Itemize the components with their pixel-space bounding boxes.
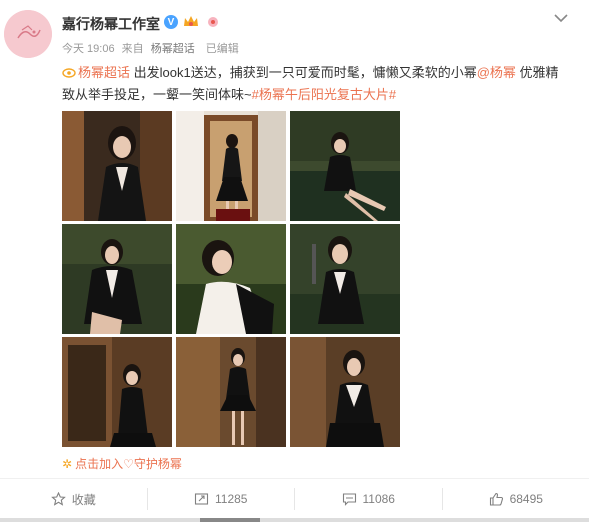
edited-label[interactable]: 已编辑 bbox=[206, 43, 239, 55]
favorite-button[interactable]: 收藏 bbox=[0, 488, 148, 510]
post-time[interactable]: 今天 19:06 bbox=[62, 43, 115, 55]
sparkle-icon: ✲ bbox=[62, 457, 73, 471]
photo-8[interactable] bbox=[176, 337, 286, 447]
author-avatar[interactable] bbox=[4, 10, 52, 58]
fan-join-label: 点击加入♡守护杨幂 bbox=[75, 457, 182, 471]
crown-medal-icon[interactable] bbox=[182, 14, 200, 30]
chevron-down-icon[interactable] bbox=[553, 12, 569, 24]
repost-button[interactable]: 11285 bbox=[148, 488, 295, 510]
hashtag-link[interactable]: #杨幂午后阳光复古大片# bbox=[252, 87, 396, 102]
mention-link[interactable]: @杨幂 bbox=[477, 65, 516, 80]
repost-icon bbox=[194, 493, 209, 505]
fan-join-link[interactable]: ✲ 点击加入♡守护杨幂 bbox=[62, 455, 182, 472]
author-badges: V bbox=[164, 14, 222, 30]
post-source[interactable]: 杨幂超话 bbox=[151, 43, 195, 55]
comment-button[interactable]: 11086 bbox=[295, 488, 443, 510]
post-body-1: 出发look1送达，捕获到一只可爱而时髦，慵懒又柔软的小幂 bbox=[130, 65, 477, 80]
thumbs-up-icon bbox=[489, 492, 503, 506]
like-count: 68495 bbox=[509, 492, 543, 506]
photo-4[interactable] bbox=[62, 224, 172, 334]
scrollbar-thumb[interactable] bbox=[200, 518, 260, 522]
favorite-label: 收藏 bbox=[71, 492, 96, 507]
avatar-logo-icon bbox=[4, 10, 52, 58]
star-outline-icon bbox=[50, 492, 66, 506]
photo-6[interactable] bbox=[290, 224, 400, 334]
post-meta: 今天 19:06 来自 杨幂超话 已编辑 bbox=[62, 40, 243, 56]
photo-1[interactable] bbox=[62, 111, 172, 221]
photo-5[interactable] bbox=[176, 224, 286, 334]
supertopic-link[interactable]: 杨幂超话 bbox=[78, 65, 130, 80]
author-name[interactable]: 嘉行杨幂工作室 bbox=[62, 14, 160, 34]
comment-icon bbox=[342, 493, 356, 506]
repost-count: 11285 bbox=[215, 492, 248, 506]
supertopic-eye-icon bbox=[62, 68, 76, 78]
photo-3[interactable] bbox=[290, 111, 400, 221]
comment-count: 11086 bbox=[362, 492, 395, 506]
post-text: 杨幂超话 出发look1送达，捕获到一只可爱而时髦，慵懒又柔软的小幂@杨幂 优雅… bbox=[62, 62, 562, 106]
photo-grid bbox=[62, 111, 400, 447]
like-button[interactable]: 68495 bbox=[443, 488, 589, 510]
weibo-post-card: 嘉行杨幂工作室 V 今天 19:06 来自 杨幂超话 已编辑 杨幂超话 出发lo… bbox=[0, 0, 589, 522]
photo-7[interactable] bbox=[62, 337, 172, 447]
from-label: 来自 bbox=[121, 43, 144, 55]
photo-2[interactable] bbox=[176, 111, 286, 221]
horizontal-scrollbar[interactable] bbox=[0, 518, 589, 522]
action-bar: 收藏 11285 11086 68495 bbox=[0, 478, 589, 519]
flower-badge-icon[interactable] bbox=[204, 14, 222, 30]
verified-icon[interactable]: V bbox=[164, 15, 178, 29]
photo-9[interactable] bbox=[290, 337, 400, 447]
